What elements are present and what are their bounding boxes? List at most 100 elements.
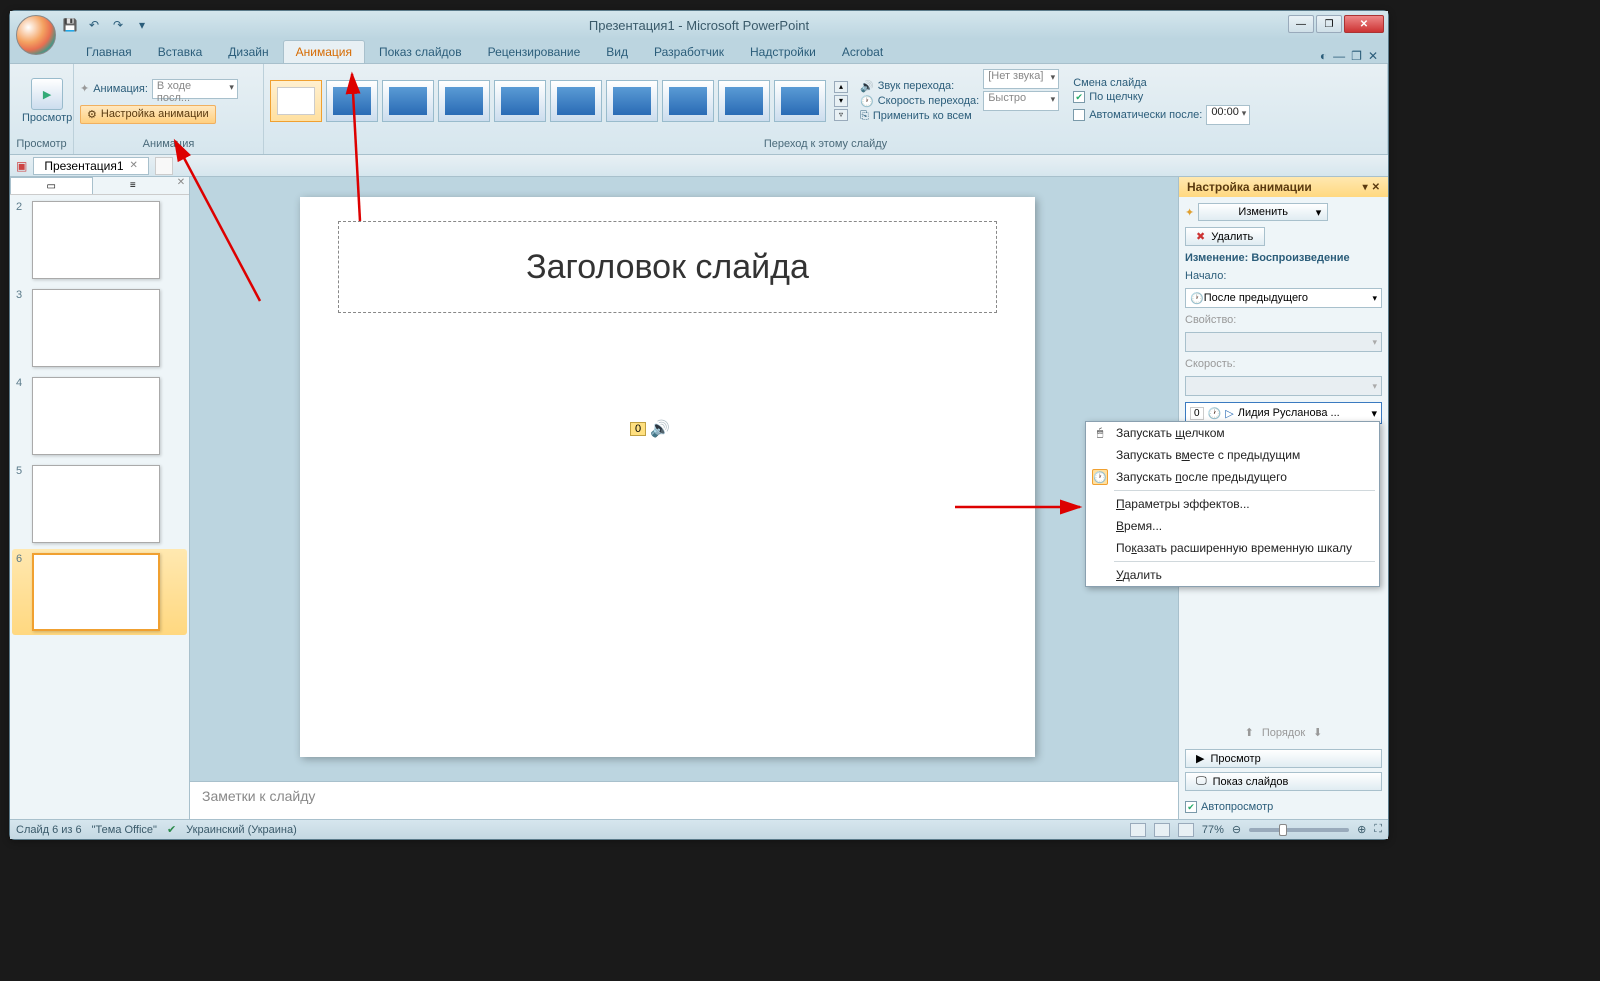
tab-addins[interactable]: Надстройки (738, 41, 828, 63)
transition-thumb[interactable] (438, 80, 490, 122)
pane-menu-icon[interactable]: ▾ (1363, 182, 1368, 193)
sound-dropdown[interactable]: [Нет звука] (983, 69, 1059, 89)
menu-start-after-previous[interactable]: 🕐Запускать после предыдущего (1086, 466, 1379, 488)
title-bar: 💾 ↶ ↷ ▾ Презентация1 - Microsoft PowerPo… (10, 11, 1388, 39)
speed-dropdown (1185, 376, 1382, 396)
slide: Заголовок слайда 0 🔊 (300, 197, 1035, 757)
slide-canvas[interactable]: Заголовок слайда 0 🔊 (190, 177, 1178, 781)
start-dropdown[interactable]: 🕐 После предыдущего (1185, 288, 1382, 308)
transition-thumb[interactable] (774, 80, 826, 122)
slide-thumb[interactable]: 5 (16, 465, 183, 543)
move-down-icon[interactable]: ⬇ (1313, 726, 1322, 739)
menu-start-on-click[interactable]: 🖱Запускать щелчком (1086, 422, 1379, 444)
transition-thumb[interactable] (494, 80, 546, 122)
on-click-checkbox[interactable]: ✔ (1073, 91, 1085, 103)
transition-thumb[interactable] (382, 80, 434, 122)
slides-tab[interactable]: ▭ (10, 177, 93, 194)
title-placeholder[interactable]: Заголовок слайда (338, 221, 997, 313)
mdi-close-icon[interactable]: ✕ (1368, 49, 1378, 63)
tab-animation[interactable]: Анимация (283, 40, 365, 63)
slide-thumb[interactable]: 3 (16, 289, 183, 367)
transition-thumb[interactable] (662, 80, 714, 122)
play-button[interactable]: ▶Просмотр (1185, 749, 1382, 768)
gallery-up-icon[interactable]: ▴ (834, 81, 848, 93)
transition-thumb[interactable] (718, 80, 770, 122)
change-effect-button[interactable]: Изменить (1198, 203, 1328, 221)
doc-close-icon[interactable]: ✕ (130, 160, 138, 171)
clock-icon: 🕐 (860, 95, 874, 108)
mdi-restore-icon[interactable]: ❐ (1351, 49, 1362, 63)
language-status[interactable]: Украинский (Украина) (186, 824, 297, 836)
tab-acrobat[interactable]: Acrobat (830, 41, 895, 63)
panel-close-icon[interactable]: ✕ (173, 177, 189, 194)
slideshow-button[interactable]: 🖵Показ слайдов (1185, 772, 1382, 791)
help-icon[interactable]: ◐ (1320, 49, 1327, 63)
zoom-out-icon[interactable]: ⊖ (1232, 823, 1241, 836)
animation-label: Анимация: (93, 83, 148, 95)
play-icon: ▷ (1225, 407, 1233, 420)
move-up-icon[interactable]: ⬆ (1245, 726, 1254, 739)
slide-thumb[interactable]: 4 (16, 377, 183, 455)
fit-window-icon[interactable]: ⛶ (1374, 823, 1382, 836)
auto-after-checkbox[interactable] (1073, 109, 1085, 121)
slide-count: Слайд 6 из 6 (16, 824, 82, 836)
outline-tab[interactable]: ≡ (93, 177, 174, 194)
delete-effect-button[interactable]: ✖ Удалить (1185, 227, 1265, 246)
tab-review[interactable]: Рецензирование (476, 41, 593, 63)
minimize-button[interactable]: — (1288, 15, 1314, 33)
close-button[interactable]: ✕ (1344, 15, 1384, 33)
save-icon[interactable]: 💾 (60, 15, 80, 35)
preview-button[interactable]: ▶ Просмотр (16, 76, 78, 126)
theme-name: "Тема Office" (92, 824, 157, 836)
menu-timing[interactable]: Время... (1086, 515, 1379, 537)
slide-thumb[interactable]: 2 (16, 201, 183, 279)
speed-dropdown[interactable]: Быстро (983, 91, 1059, 111)
menu-effect-options[interactable]: Параметры эффектов... (1086, 493, 1379, 515)
transition-none[interactable] (270, 80, 322, 122)
transition-thumb[interactable] (326, 80, 378, 122)
tab-view[interactable]: Вид (594, 41, 640, 63)
spellcheck-icon[interactable]: ✔ (167, 823, 176, 836)
animation-dropdown[interactable]: В ходе посл... (152, 79, 238, 99)
gallery-more-icon[interactable]: ▿ (834, 109, 848, 121)
zoom-in-icon[interactable]: ⊕ (1357, 823, 1366, 836)
transition-thumb[interactable] (550, 80, 602, 122)
zoom-level[interactable]: 77% (1202, 824, 1224, 836)
auto-time-input[interactable]: 00:00 (1206, 105, 1250, 125)
section-label: Изменение: Воспроизведение (1185, 252, 1382, 264)
mdi-minimize-icon[interactable]: — (1333, 49, 1345, 63)
redo-icon[interactable]: ↷ (108, 15, 128, 35)
tab-slideshow[interactable]: Показ слайдов (367, 41, 474, 63)
normal-view-button[interactable] (1130, 823, 1146, 837)
slideshow-view-button[interactable] (1178, 823, 1194, 837)
qat-more-icon[interactable]: ▾ (132, 15, 152, 35)
slide-thumb-current[interactable]: 6 (12, 549, 187, 635)
sorter-view-button[interactable] (1154, 823, 1170, 837)
custom-animation-button[interactable]: ⚙ Настройка анимации (80, 105, 216, 124)
pane-close-icon[interactable]: ✕ (1372, 182, 1380, 193)
notes-pane[interactable]: Заметки к слайду (190, 781, 1178, 819)
tab-design[interactable]: Дизайн (216, 41, 280, 63)
tab-insert[interactable]: Вставка (146, 41, 215, 63)
group-transition: Переход к этому слайду (270, 136, 1381, 152)
office-button[interactable] (16, 15, 56, 55)
tab-developer[interactable]: Разработчик (642, 41, 736, 63)
menu-start-with-previous[interactable]: Запускать вместе с предыдущим (1086, 444, 1379, 466)
maximize-button[interactable]: ❐ (1316, 15, 1342, 33)
menu-remove[interactable]: Удалить (1086, 564, 1379, 586)
menu-show-timeline[interactable]: Показать расширенную временную шкалу (1086, 537, 1379, 559)
group-animation: Анимация (80, 136, 257, 152)
new-doc-button[interactable] (155, 157, 173, 175)
transition-thumb[interactable] (606, 80, 658, 122)
document-tab[interactable]: Презентация1 ✕ (33, 157, 149, 175)
gallery-down-icon[interactable]: ▾ (834, 95, 848, 107)
dropdown-icon[interactable]: ▾ (1371, 407, 1377, 420)
undo-icon[interactable]: ↶ (84, 15, 104, 35)
audio-object[interactable]: 0 🔊 (630, 419, 670, 439)
group-preview: Просмотр (16, 136, 67, 152)
apply-all-button[interactable]: ⎘Применить ко всем (860, 110, 979, 123)
tab-home[interactable]: Главная (74, 41, 144, 63)
autopreview-checkbox[interactable]: ✔ (1185, 801, 1197, 813)
document-bar: ▣ Презентация1 ✕ (10, 155, 1388, 177)
zoom-slider[interactable] (1249, 828, 1349, 832)
